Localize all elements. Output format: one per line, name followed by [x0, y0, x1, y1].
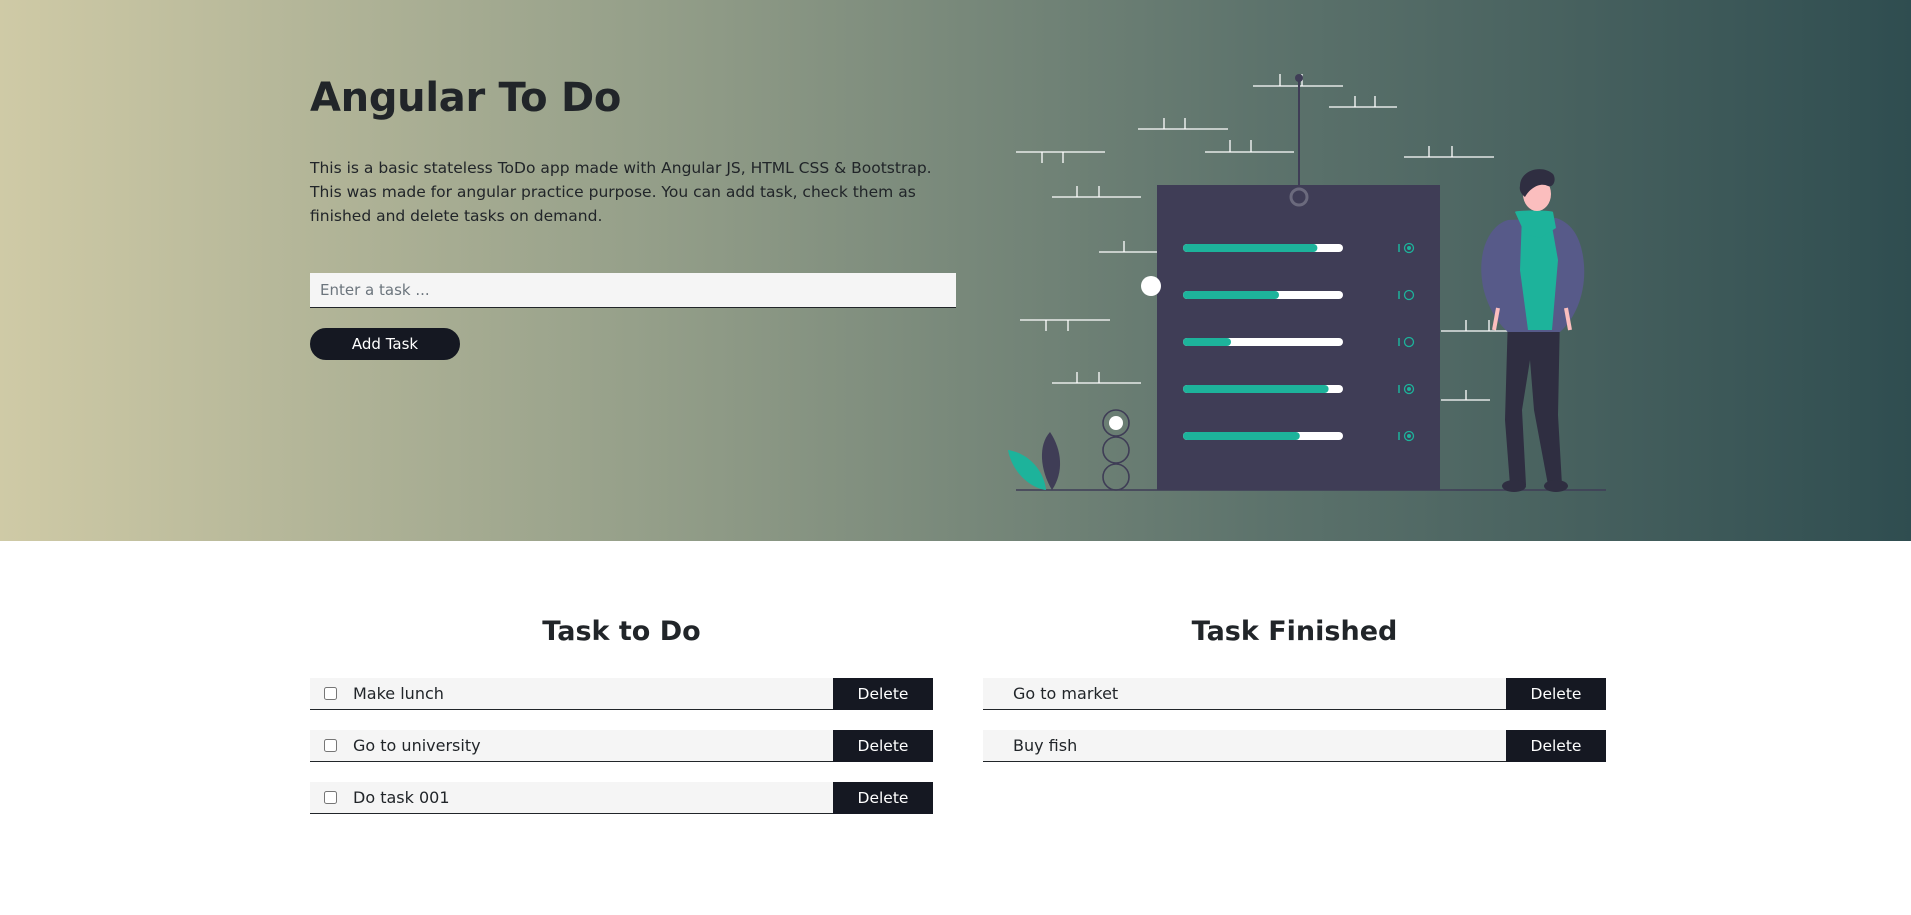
finished-column: Task Finished Go to market Delete Buy fi… [983, 600, 1606, 762]
todo-label: Do task 001 [353, 788, 450, 807]
delete-button[interactable]: Delete [1506, 730, 1606, 762]
hero-banner: Angular To Do This is a basic stateless … [0, 0, 1911, 541]
progress-fill [1183, 244, 1318, 252]
delete-button[interactable]: Delete [833, 730, 933, 762]
app-description: This is a basic stateless ToDo app made … [310, 159, 932, 225]
todo-row: Go to university Delete [310, 730, 933, 762]
checklist-panel-shape [1157, 185, 1440, 490]
app-title: Angular To Do [310, 75, 622, 121]
todo-row: Do task 001 Delete [310, 782, 933, 814]
todo-label: Make lunch [353, 684, 444, 703]
todo-row: Make lunch Delete [310, 678, 933, 710]
add-task-button[interactable]: Add Task [310, 328, 460, 360]
delete-button[interactable]: Delete [833, 782, 933, 814]
progress-fill [1183, 432, 1300, 440]
finished-title: Task Finished [1191, 616, 1398, 647]
progress-status-dot [1407, 434, 1411, 438]
finished-row: Go to market Delete [983, 678, 1606, 710]
todo-checkbox[interactable] [324, 791, 337, 804]
todo-checkbox[interactable] [324, 739, 337, 752]
todo-illustration [1008, 74, 1606, 492]
todo-checkbox[interactable] [324, 687, 337, 700]
todo-title: Task to Do [542, 616, 701, 647]
delete-button[interactable]: Delete [833, 678, 933, 710]
finished-label: Buy fish [1013, 736, 1078, 755]
finished-label: Go to market [1013, 684, 1119, 703]
progress-status-dot [1407, 387, 1411, 391]
delete-button[interactable]: Delete [1506, 678, 1606, 710]
progress-fill [1183, 291, 1279, 299]
task-input[interactable] [310, 273, 956, 308]
progress-fill [1183, 338, 1231, 346]
todo-column: Task to Do Make lunch Delete Go to unive… [310, 600, 933, 814]
todo-label: Go to university [353, 736, 481, 755]
finished-row: Buy fish Delete [983, 730, 1606, 762]
progress-fill [1183, 385, 1329, 393]
progress-status-dot [1407, 246, 1411, 250]
hero-intro: Angular To Do This is a basic stateless … [310, 70, 956, 360]
